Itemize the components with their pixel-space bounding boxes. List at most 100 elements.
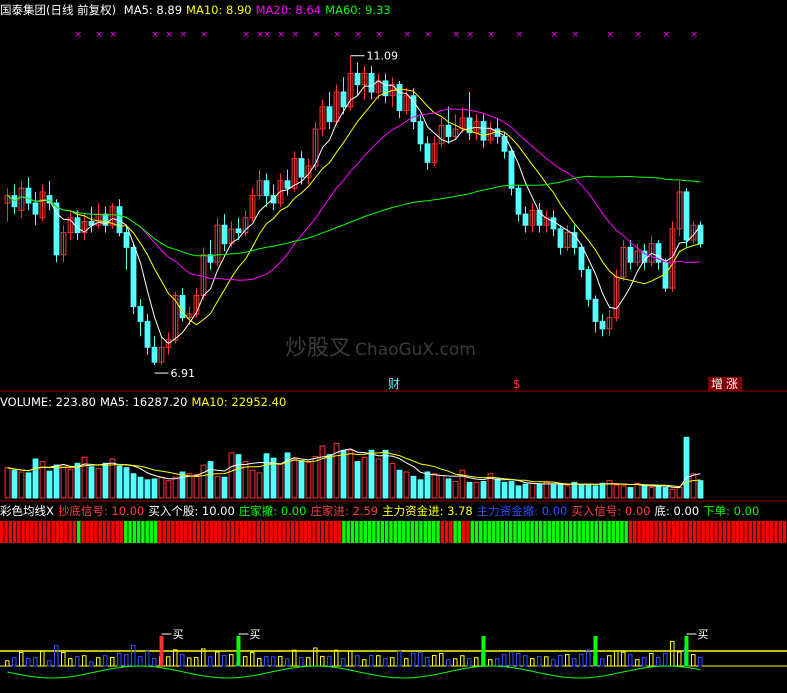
osc-bar <box>145 650 150 667</box>
volume-bar <box>571 481 578 499</box>
indicator-bar <box>551 521 556 543</box>
indicator-bar <box>55 521 60 543</box>
volume-bar <box>46 470 53 499</box>
indicator-bar <box>230 521 235 543</box>
indicator-bar <box>650 521 654 543</box>
indicator-legend: 彩色均线X 抄底信号: 10.00 买入个股: 10.00 庄家撤: 0.00 庄家进:… <box>0 503 763 519</box>
volume-bar <box>81 456 88 499</box>
signal-cross: × <box>467 30 475 40</box>
signal-cross: × <box>313 30 321 40</box>
volume-bar <box>277 463 284 499</box>
indicator-bar <box>72 521 77 543</box>
indicator-bar <box>372 521 376 543</box>
indicator-bar <box>59 521 64 543</box>
indicator-bar <box>534 521 539 543</box>
candle-body <box>424 143 431 163</box>
high-label: 11.09 <box>367 50 399 63</box>
osc-bar <box>376 655 381 667</box>
indicator-bar <box>81 521 85 543</box>
indicator-bar <box>260 521 265 543</box>
buy-label: 买 <box>698 628 709 641</box>
volume-bar <box>627 487 634 499</box>
volume-bar <box>158 476 165 499</box>
candle-body <box>340 91 347 108</box>
osc-bar <box>460 655 465 667</box>
signal-cross: × <box>376 30 384 40</box>
indicator-bar <box>444 521 449 543</box>
osc-bar <box>474 657 479 667</box>
candle-body <box>557 228 564 248</box>
osc-bar <box>243 656 248 667</box>
dollar-label: $ <box>513 377 521 391</box>
indicator-bar <box>153 521 158 543</box>
indicator-bar <box>188 521 192 543</box>
volume-bar <box>690 473 697 499</box>
osc-bar <box>621 651 626 667</box>
indicator-bar <box>171 521 175 543</box>
candle-body <box>130 246 137 308</box>
stock-title: 国泰集团(日线 前复权) <box>0 3 117 17</box>
indicator-legend-item: 买入信号: 0.00 <box>571 504 651 518</box>
ma-legend-item: MA60: 9.33 <box>325 3 391 17</box>
ma60-line <box>7 175 701 257</box>
osc-bar <box>551 659 556 667</box>
osc-bar <box>565 654 570 667</box>
osc-bar <box>306 657 311 667</box>
indicator-bar <box>252 521 256 543</box>
indicator-bar <box>0 521 4 543</box>
indicator-bar <box>688 521 693 543</box>
indicator-bar <box>748 521 752 543</box>
osc-bar <box>642 657 647 667</box>
osc-bar <box>586 649 591 667</box>
indicator-bar <box>124 521 128 543</box>
indicator-bar <box>106 521 111 543</box>
volume-bar <box>102 462 109 499</box>
volume-bar <box>473 481 480 499</box>
indicator-bar <box>457 521 462 543</box>
osc-bar <box>47 660 52 667</box>
volume-bar <box>151 478 158 499</box>
signal-cross: × <box>453 30 461 40</box>
osc-bar <box>61 651 66 667</box>
indicator-bar <box>573 521 577 543</box>
osc-bar <box>677 651 682 667</box>
osc-bar <box>446 659 451 667</box>
indicator-bar <box>329 521 333 543</box>
indicator-bar <box>607 521 611 543</box>
indicator-bar <box>111 521 115 543</box>
osc-bar <box>600 658 605 667</box>
indicator-bar <box>667 521 671 543</box>
indicator-bar <box>543 521 547 543</box>
volume-bar <box>123 467 130 499</box>
indicator-bar <box>633 521 637 543</box>
osc-bar <box>537 656 542 667</box>
indicator-bar <box>662 521 667 543</box>
indicator-bar <box>380 521 385 543</box>
volume-ma5-line <box>7 448 701 489</box>
volume-bar <box>515 485 522 499</box>
volume-bar <box>137 476 144 499</box>
volume-bar <box>389 462 396 499</box>
volume-bar <box>228 452 235 499</box>
candle-body <box>515 187 522 215</box>
indicator-bar <box>637 521 641 543</box>
osc-bar <box>5 660 10 667</box>
indicator-bar <box>350 521 355 543</box>
volume-legend: VOLUME: 223.80 MA5: 16287.20 MA10: 22952.4… <box>0 394 290 410</box>
indicator-bar <box>286 521 291 543</box>
osc-bar <box>138 656 143 667</box>
osc-bar <box>292 649 297 667</box>
osc-bar <box>250 651 255 667</box>
watermark-en: ChaoGuX.com <box>355 340 476 360</box>
indicator-bar <box>705 521 710 543</box>
volume-bar <box>669 488 676 499</box>
indicator-bar <box>615 521 620 543</box>
volume-legend-item: VOLUME: 223.80 <box>0 395 96 409</box>
watermark: 炒股叉 ChaoGuX.com <box>285 330 476 362</box>
signal-cross: × <box>243 30 251 40</box>
candle-body <box>123 232 130 248</box>
indicator-bar <box>431 521 436 543</box>
osc-bar <box>110 657 115 667</box>
volume-legend-item: MA5: 16287.20 <box>99 395 188 409</box>
indicator-bar <box>235 521 239 543</box>
